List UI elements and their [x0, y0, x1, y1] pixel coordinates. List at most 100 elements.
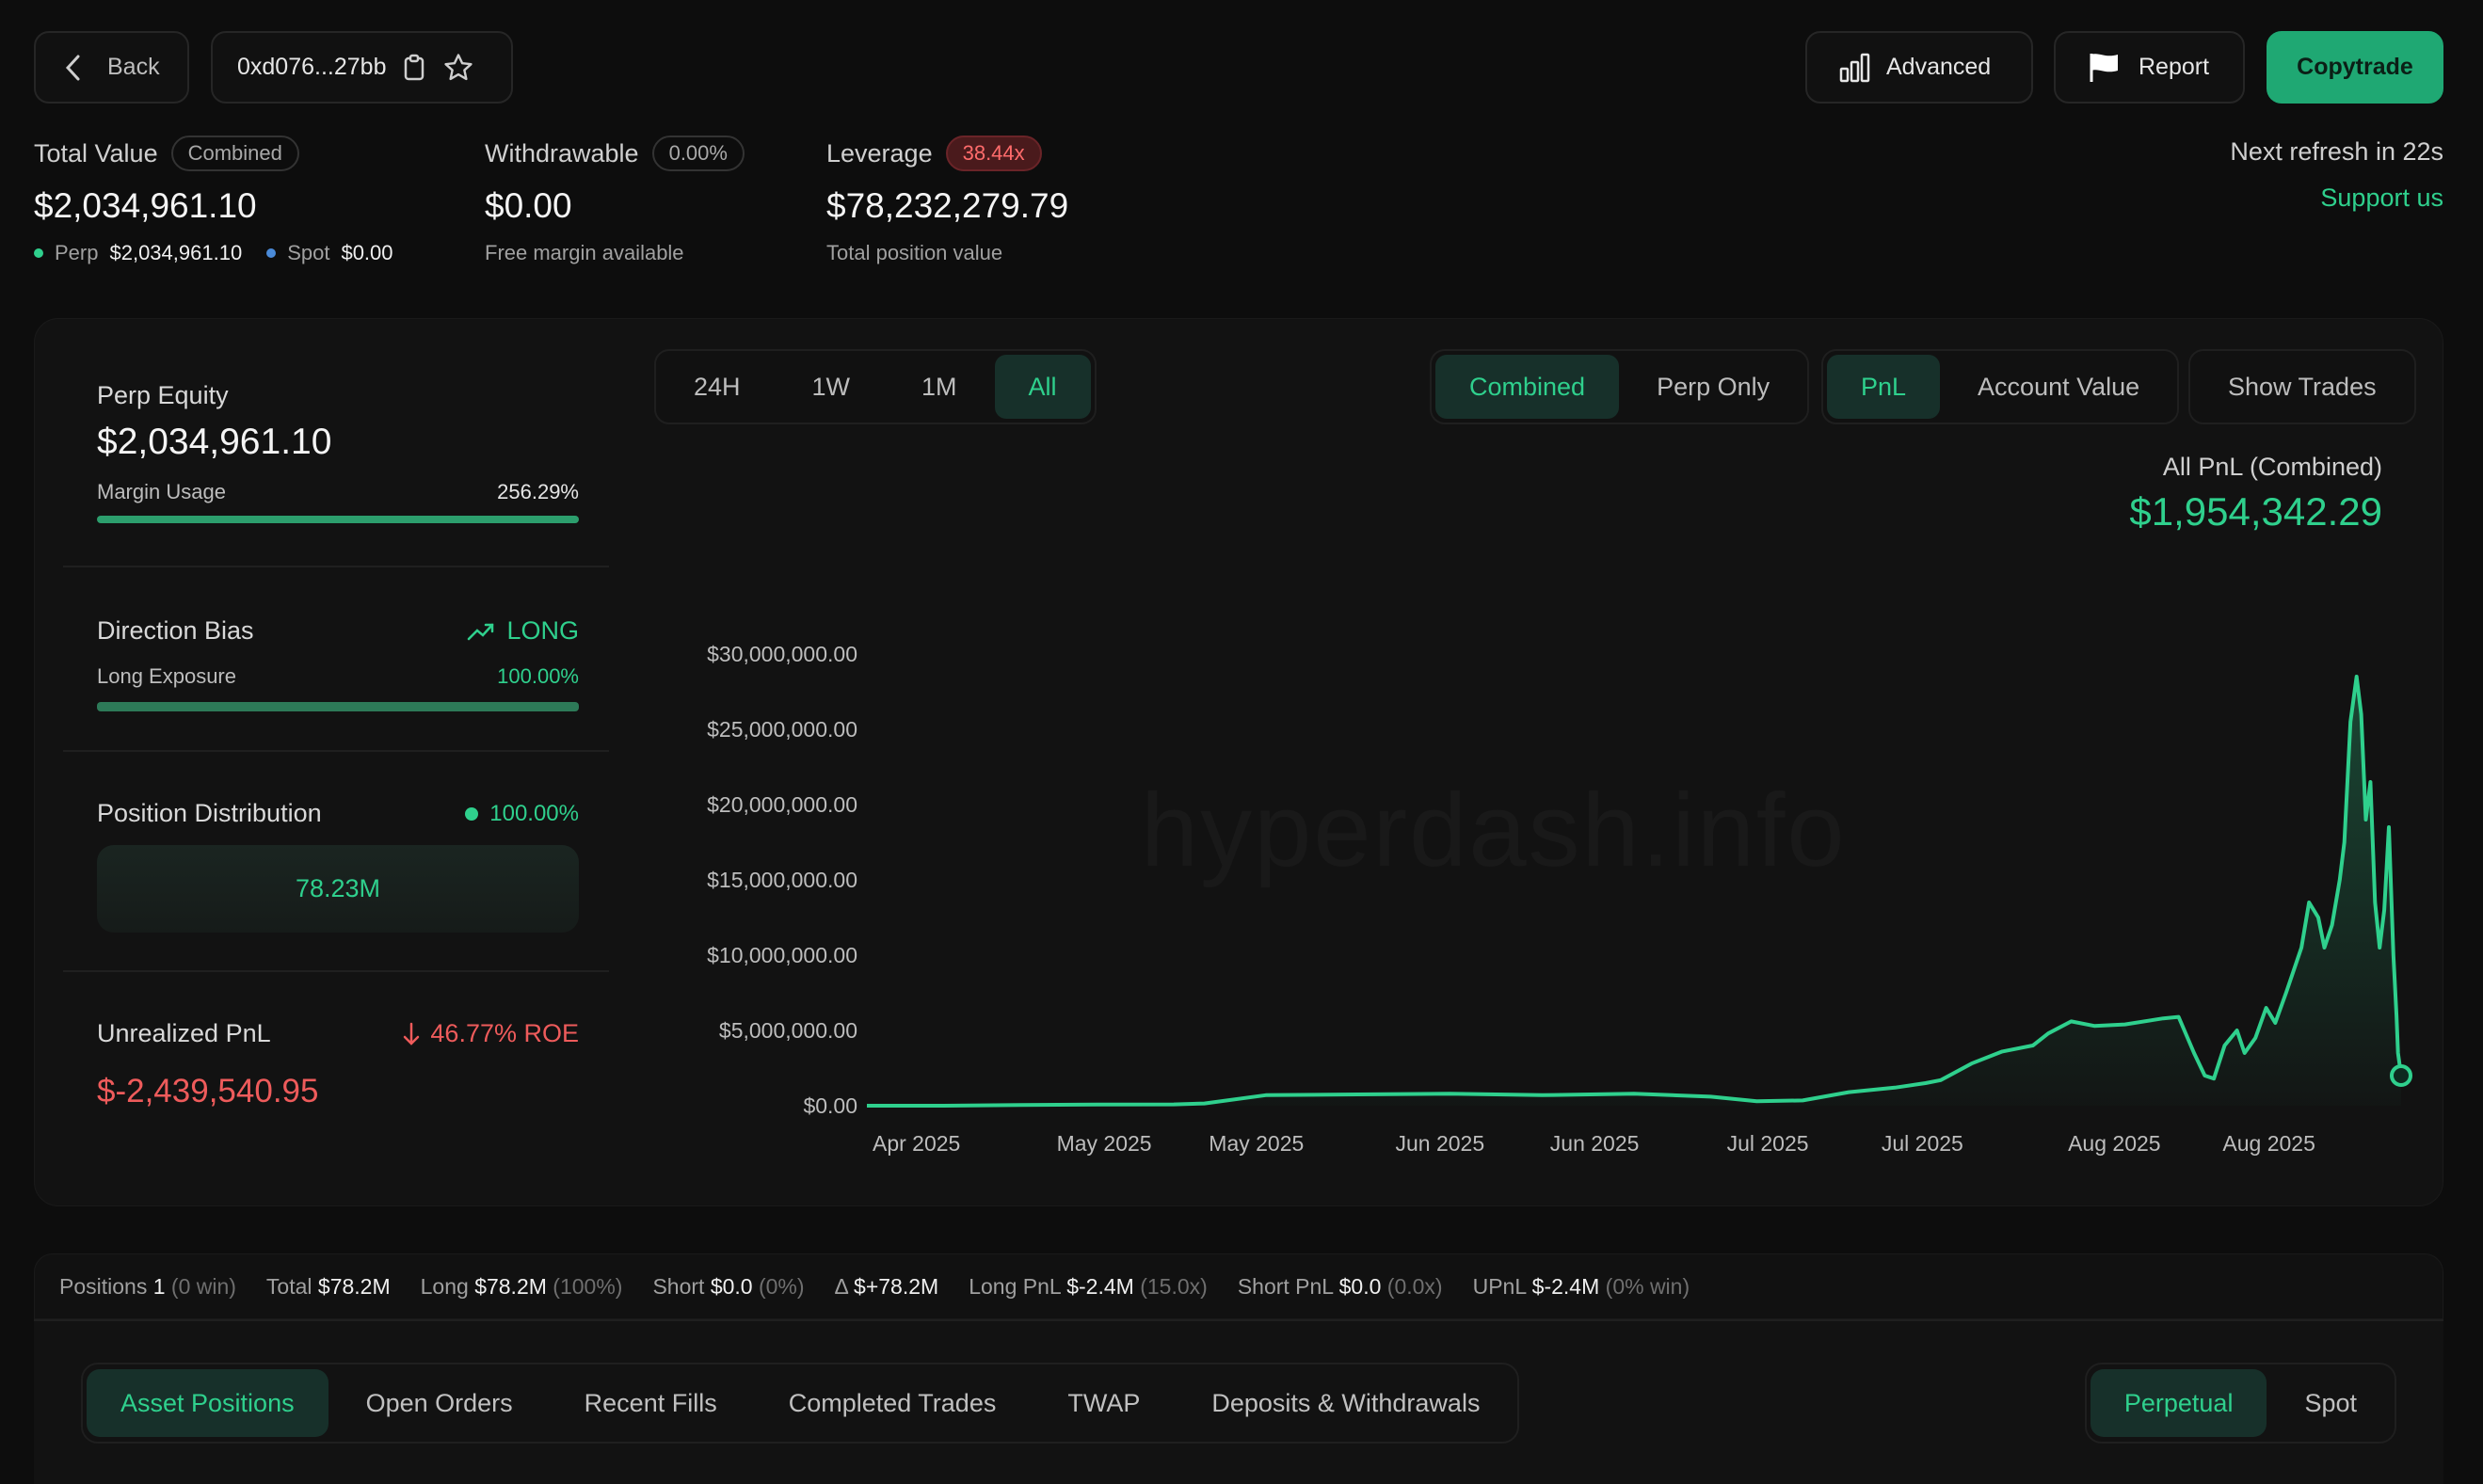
long-exposure-fill	[97, 702, 579, 711]
direction-bias-value: LONG	[506, 616, 579, 645]
delta-label: Δ	[834, 1273, 848, 1299]
margin-usage-bar	[97, 516, 579, 523]
tab-deposits-withdrawals[interactable]: Deposits & Withdrawals	[1177, 1369, 1514, 1437]
position-distribution-label: Position Distribution	[97, 799, 322, 827]
perp-value: $2,034,961.10	[109, 241, 243, 264]
range-tab-1m[interactable]: 1M	[888, 355, 991, 419]
long-pnl-note: (15.0x)	[1140, 1273, 1208, 1299]
leverage-block: Leverage 38.44x $78,232,279.79 Total pos…	[826, 132, 1068, 265]
y-tick-label: $30,000,000.00	[707, 642, 857, 666]
x-tick-label: Aug 2025	[2222, 1131, 2315, 1156]
total-value: $78.2M	[317, 1273, 391, 1299]
combined-chip: Combined	[170, 136, 299, 171]
positions-panel: Asset Positions Open Orders Recent Fills Co…	[34, 1319, 2443, 1484]
tab-completed-trades[interactable]: Completed Trades	[755, 1369, 1031, 1437]
positions-label: Positions	[59, 1273, 148, 1299]
mode-tab-perp-only[interactable]: Perp Only	[1623, 355, 1803, 419]
upnl-label: Unrealized PnL	[97, 1019, 271, 1047]
next-refresh: Next refresh in 22s	[2230, 137, 2443, 166]
withdrawable-block: Withdrawable 0.00% $0.00 Free margin ava…	[485, 132, 745, 265]
margin-usage-value: 256.29%	[497, 480, 579, 503]
long-pnl-value: $-2.4M	[1066, 1273, 1134, 1299]
range-tab-24h[interactable]: 24H	[660, 355, 775, 419]
copytrade-button[interactable]: Copytrade	[2267, 31, 2443, 104]
leverage-sub: Total position value	[826, 241, 1003, 264]
pnl-last-point[interactable]	[2390, 1064, 2412, 1087]
leverage-value: $78,232,279.79	[826, 186, 1069, 225]
side-panel: Perp Equity $2,034,961.10 Margin Usage 2…	[35, 319, 628, 1207]
short-pnl-value: $0.0	[1338, 1273, 1382, 1299]
show-trades-button[interactable]: Show Trades	[2194, 355, 2411, 419]
total-value-label: Total Value	[34, 138, 158, 168]
long-exposure-bar	[97, 702, 579, 711]
divider	[63, 970, 609, 972]
tab-recent-fills[interactable]: Recent Fills	[551, 1369, 751, 1437]
advanced-label: Advanced	[1886, 54, 1992, 80]
main-card: hyperdash.info Perp Equity $2,034,961.10…	[34, 318, 2443, 1206]
divider	[63, 750, 609, 752]
position-distribution-section: Position Distribution 100.00% 78.23M	[97, 799, 579, 933]
direction-bias-label: Direction Bias	[97, 616, 254, 645]
long-exposure-value: 100.00%	[497, 664, 579, 688]
advanced-button[interactable]: Advanced	[1805, 31, 2033, 104]
total-value-block: Total Value Combined $2,034,961.10 Perp …	[34, 132, 393, 265]
position-box[interactable]: 78.23M	[97, 845, 579, 933]
copy-icon[interactable]	[403, 54, 425, 82]
position-stats: Positions 1 (0 win) Total $78.2M Long $7…	[34, 1253, 2443, 1319]
market-tab-perpetual[interactable]: Perpetual	[2090, 1369, 2267, 1437]
short-note: (0%)	[758, 1273, 805, 1299]
range-tab-1w[interactable]: 1W	[778, 355, 885, 419]
y-tick-label: $25,000,000.00	[707, 717, 857, 742]
address-pill: 0xd076...27bb	[211, 31, 513, 104]
perp-equity-label: Perp Equity	[97, 381, 229, 409]
pnl-area	[867, 677, 2401, 1106]
report-button[interactable]: Report	[2054, 31, 2245, 104]
total-label: Total	[265, 1273, 312, 1299]
withdrawable-sub: Free margin available	[485, 241, 684, 264]
y-tick-label: $15,000,000.00	[707, 868, 857, 892]
x-tick-label: Aug 2025	[2068, 1131, 2160, 1156]
bar-chart-icon	[1839, 53, 1871, 83]
flag-icon	[2088, 52, 2122, 84]
pnl-chart[interactable]: $30,000,000.00 $25,000,000.00 $20,000,000.…	[656, 507, 2426, 1185]
tab-twap[interactable]: TWAP	[1033, 1369, 1174, 1437]
y-tick-label: $20,000,000.00	[707, 792, 857, 817]
arrow-down-icon	[402, 1022, 421, 1046]
perp-equity-value: $2,034,961.10	[97, 422, 332, 462]
wallet-address: 0xd076...27bb	[237, 54, 387, 80]
long-pnl-label: Long PnL	[969, 1273, 1061, 1299]
tab-asset-positions[interactable]: Asset Positions	[87, 1369, 328, 1437]
mode-tab-combined[interactable]: Combined	[1435, 355, 1620, 419]
perp-equity-section: Perp Equity $2,034,961.10 Margin Usage 2…	[97, 381, 579, 523]
top-bar: Back 0xd076...27bb Advanced Report Copyt…	[34, 31, 2443, 104]
x-tick-label: May 2025	[1057, 1131, 1152, 1156]
star-icon[interactable]	[442, 52, 474, 84]
range-tabs: 24H 1W 1M All	[654, 349, 1097, 424]
metric-tab-pnl[interactable]: PnL	[1827, 355, 1941, 419]
upnl-stat-label: UPnL	[1472, 1273, 1527, 1299]
support-link[interactable]: Support us	[2230, 184, 2443, 213]
market-tabs: Perpetual Spot	[2084, 1363, 2396, 1444]
tab-open-orders[interactable]: Open Orders	[332, 1369, 547, 1437]
metric-tab-account-value[interactable]: Account Value	[1944, 355, 2173, 419]
x-tick-label: Jul 2025	[1727, 1131, 1809, 1156]
range-tab-all[interactable]: All	[994, 355, 1091, 419]
positions-note: (0 win)	[170, 1273, 236, 1299]
y-tick-label: $10,000,000.00	[707, 943, 857, 967]
upnl-stat-note: (0% win)	[1605, 1273, 1690, 1299]
short-value: $0.0	[710, 1273, 753, 1299]
long-value: $78.2M	[474, 1273, 547, 1299]
market-tab-spot[interactable]: Spot	[2270, 1369, 2391, 1437]
perp-label: Perp	[55, 241, 99, 264]
position-distribution-value: 100.00%	[489, 800, 579, 826]
distribution-dot-icon	[465, 806, 479, 821]
back-button[interactable]: Back	[34, 31, 189, 104]
withdrawable-value: $0.00	[485, 186, 572, 225]
total-value: $2,034,961.10	[34, 186, 257, 225]
y-tick-label: $0.00	[803, 1093, 857, 1118]
direction-bias-section: Direction Bias LONG Long Exposure 100.00…	[97, 616, 579, 711]
long-exposure-label: Long Exposure	[97, 664, 236, 688]
refresh-block: Next refresh in 22s Support us	[2230, 137, 2443, 213]
long-label: Long	[420, 1273, 469, 1299]
back-label: Back	[107, 54, 160, 80]
